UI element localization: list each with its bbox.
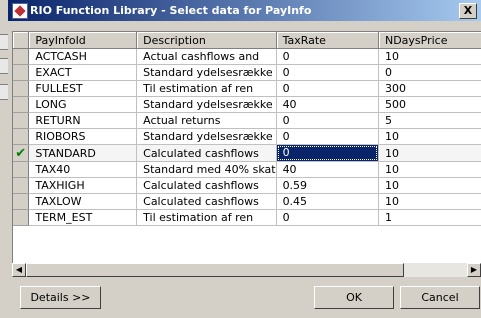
cell-taxrate[interactable]: 0.45 <box>276 193 379 210</box>
cell-description[interactable]: Calculated cashflows <box>136 193 277 210</box>
row-indicator[interactable] <box>13 80 30 97</box>
cell-taxrate[interactable]: 40 <box>276 96 379 113</box>
cell-payinfoid[interactable]: TAX40 <box>28 161 138 178</box>
row-indicator[interactable] <box>13 64 30 81</box>
data-table: PayInfoId Description TaxRate NDaysPrice… <box>13 32 481 226</box>
title-bar[interactable]: RIO Function Library - Select data for P… <box>8 0 481 21</box>
cell-payinfoid[interactable]: EXACT <box>28 64 138 81</box>
cell-ndaysprice[interactable]: 1 <box>378 209 481 226</box>
cell-description[interactable]: Actual returns <box>136 112 277 129</box>
cell-payinfoid[interactable]: RETURN <box>28 112 138 129</box>
close-button[interactable]: X <box>459 3 477 19</box>
table-row[interactable]: TAX40 Standard med 40% skat 40 10 <box>13 161 481 178</box>
cell-taxrate[interactable]: 0 <box>276 80 379 97</box>
row-indicator[interactable] <box>13 96 30 113</box>
active-cell-value: 0 <box>277 146 377 160</box>
header-row: PayInfoId Description TaxRate NDaysPrice <box>13 32 481 49</box>
column-header-description[interactable]: Description <box>136 32 277 49</box>
table-row[interactable]: EXACT Standard ydelsesrække 0 0 <box>13 64 481 81</box>
table-row[interactable]: FULLEST Til estimation af ren 0 300 <box>13 80 481 97</box>
cell-description[interactable]: Standard med 40% skat <box>136 161 277 178</box>
column-header-payinfoid[interactable]: PayInfoId <box>28 32 138 49</box>
scroll-left-button[interactable]: ◀ <box>12 263 26 277</box>
horizontal-scrollbar[interactable]: ◀ ▶ <box>12 263 481 277</box>
cell-taxrate[interactable]: 0 <box>276 48 379 65</box>
table-row-selected[interactable]: ✔ STANDARD Calculated cashflows 0 10 <box>13 144 481 162</box>
cell-ndaysprice[interactable]: 300 <box>378 80 481 97</box>
cell-taxrate[interactable]: 0.59 <box>276 177 379 194</box>
cell-description[interactable]: Standard ydelsesrække <box>136 64 277 81</box>
close-icon: X <box>463 4 473 17</box>
row-indicator[interactable] <box>13 193 30 210</box>
row-indicator[interactable] <box>13 112 30 129</box>
cell-description[interactable]: Calculated cashflows <box>136 144 277 162</box>
table-row[interactable]: LONG Standard ydelsesrække 40 500 <box>13 96 481 113</box>
row-indicator[interactable]: ✔ <box>13 144 30 162</box>
cell-ndaysprice[interactable]: 0 <box>378 64 481 81</box>
cell-taxrate[interactable]: 0 <box>276 64 379 81</box>
row-indicator[interactable] <box>13 209 30 226</box>
ok-button[interactable]: OK <box>314 286 394 309</box>
ok-button-label: OK <box>346 291 362 304</box>
cancel-button[interactable]: Cancel <box>400 286 480 309</box>
cell-taxrate[interactable]: 0 <box>276 112 379 129</box>
cell-taxrate[interactable]: 0 <box>276 209 379 226</box>
column-header-ndaysprice[interactable]: NDaysPrice <box>378 32 481 49</box>
data-grid[interactable]: PayInfoId Description TaxRate NDaysPrice… <box>12 31 481 265</box>
table-row[interactable]: TERM_EST Til estimation af ren 0 1 <box>13 209 481 226</box>
row-indicator[interactable] <box>13 161 30 178</box>
cell-taxrate[interactable]: 40 <box>276 161 379 178</box>
cell-payinfoid[interactable]: TERM_EST <box>28 209 138 226</box>
cell-description[interactable]: Til estimation af ren <box>136 80 277 97</box>
cell-ndaysprice[interactable]: 10 <box>378 128 481 145</box>
table-row[interactable]: RETURN Actual returns 0 5 <box>13 112 481 129</box>
cell-taxrate[interactable]: 0 <box>276 128 379 145</box>
details-button[interactable]: Details >> <box>20 286 101 309</box>
cell-payinfoid[interactable]: TAXHIGH <box>28 177 138 194</box>
row-indicator[interactable] <box>13 128 30 145</box>
table-row[interactable]: TAXHIGH Calculated cashflows 0.59 10 <box>13 177 481 194</box>
cell-ndaysprice[interactable]: 10 <box>378 48 481 65</box>
cell-payinfoid[interactable]: ACTCASH <box>28 48 138 65</box>
cell-ndaysprice[interactable]: 10 <box>378 144 481 162</box>
cell-description[interactable]: Calculated cashflows <box>136 177 277 194</box>
arrow-left-icon: ◀ <box>15 265 23 274</box>
cell-description[interactable]: Actual cashflows and <box>136 48 277 65</box>
cancel-button-label: Cancel <box>421 291 459 304</box>
table-row[interactable]: RIOBORS Standard ydelsesrække 0 10 <box>13 128 481 145</box>
header-corner <box>13 32 30 49</box>
scroll-right-button[interactable]: ▶ <box>467 263 481 277</box>
cell-description[interactable]: Til estimation af ren <box>136 209 277 226</box>
cell-ndaysprice[interactable]: 10 <box>378 161 481 178</box>
cell-ndaysprice[interactable]: 500 <box>378 96 481 113</box>
cell-ndaysprice[interactable]: 10 <box>378 193 481 210</box>
cell-payinfoid[interactable]: LONG <box>28 96 138 113</box>
cell-taxrate-active[interactable]: 0 <box>276 144 379 162</box>
scroll-thumb[interactable] <box>26 263 404 277</box>
cell-payinfoid[interactable]: FULLEST <box>28 80 138 97</box>
cell-ndaysprice[interactable]: 10 <box>378 177 481 194</box>
table-row[interactable]: TAXLOW Calculated cashflows 0.45 10 <box>13 193 481 210</box>
cell-payinfoid[interactable]: RIOBORS <box>28 128 138 145</box>
table-row[interactable]: ACTCASH Actual cashflows and 0 10 <box>13 48 481 65</box>
column-header-taxrate[interactable]: TaxRate <box>276 32 379 49</box>
arrow-right-icon: ▶ <box>470 265 478 274</box>
details-button-label: Details >> <box>30 291 91 304</box>
select-data-dialog: RIO Function Library - Select data for P… <box>8 0 481 318</box>
cell-description[interactable]: Standard ydelsesrække <box>136 96 277 113</box>
row-indicator[interactable] <box>13 177 30 194</box>
rio-app-icon <box>12 3 28 19</box>
cell-payinfoid[interactable]: STANDARD <box>28 144 138 162</box>
row-indicator[interactable] <box>13 48 30 65</box>
cell-payinfoid[interactable]: TAXLOW <box>28 193 138 210</box>
cell-description[interactable]: Standard ydelsesrække <box>136 128 277 145</box>
cell-ndaysprice[interactable]: 5 <box>378 112 481 129</box>
checkmark-icon: ✔ <box>15 145 27 161</box>
window-title: RIO Function Library - Select data for P… <box>30 4 312 17</box>
